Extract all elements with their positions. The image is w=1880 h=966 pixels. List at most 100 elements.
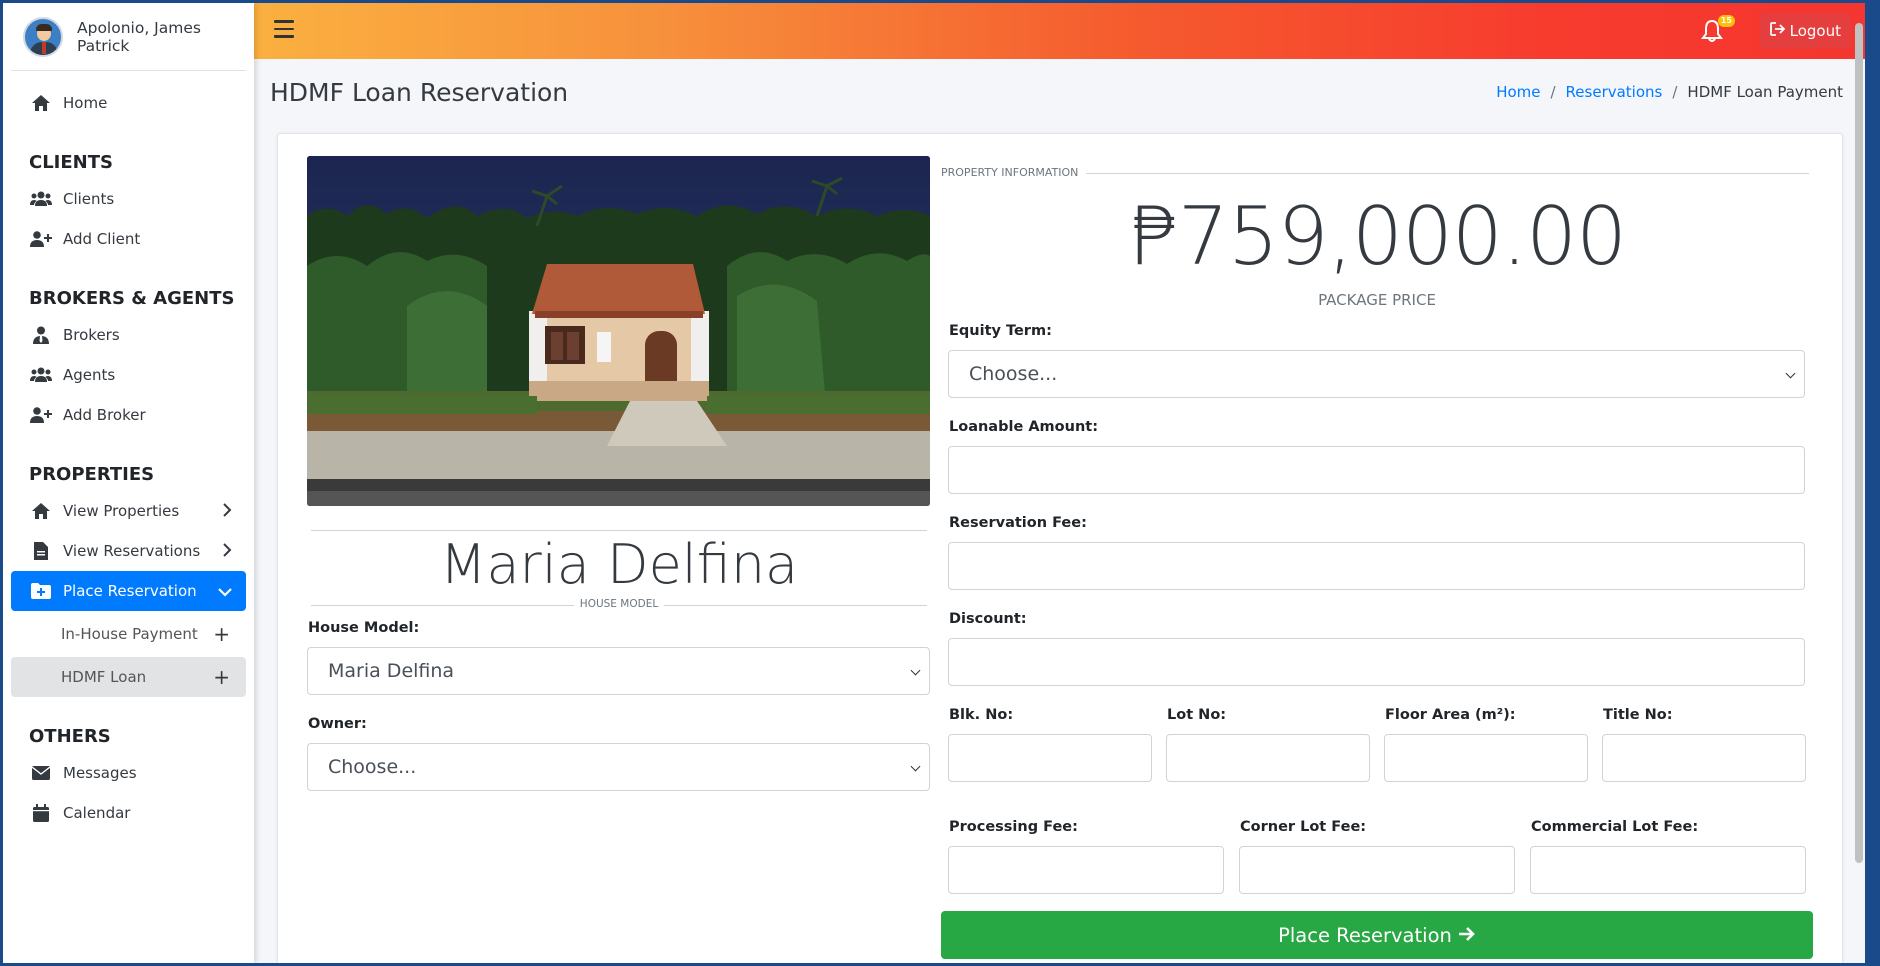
select-value: Choose... [969, 363, 1058, 385]
blk-no-label: Blk. No: [949, 707, 1014, 723]
users-icon [29, 189, 53, 209]
sidebar-item-label: Messages [63, 764, 137, 782]
reservation-fee-input[interactable] [948, 542, 1805, 590]
sidebar-item-label: View Properties [63, 502, 180, 520]
chevron-right-icon [222, 502, 232, 521]
discount-input[interactable] [948, 638, 1805, 686]
user-panel[interactable]: Apolonio, James Patrick [11, 3, 246, 71]
house-model-select[interactable]: Maria Delfina [307, 647, 930, 695]
lot-no-label: Lot No: [1167, 707, 1227, 723]
sidebar-item-label: Home [63, 94, 108, 112]
floor-area-input[interactable] [1384, 734, 1588, 782]
owner-select[interactable]: Choose... [307, 743, 930, 791]
file-icon [29, 541, 53, 561]
sidebar-item-label: In-House Payment [61, 625, 198, 643]
sidebar-item-label: Calendar [63, 804, 131, 822]
plus-icon: + [213, 622, 230, 646]
floor-area-label: Floor Area (m²): [1385, 707, 1516, 723]
sidebar-item-agents[interactable]: Agents [11, 355, 246, 395]
property-information-legend: PROPERTY INFORMATION [941, 166, 1087, 179]
select-value: Choose... [328, 756, 417, 778]
discount-label: Discount: [949, 611, 1027, 627]
house-photo [307, 156, 930, 506]
place-reservation-button[interactable]: Place Reservation [941, 911, 1813, 959]
sidebar-nav: Home CLIENTS Clients Add Client BROKERS … [3, 71, 254, 833]
top-navbar: 15 Logout [254, 3, 1865, 59]
user-tie-icon [29, 325, 53, 345]
equity-term-label: Equity Term: [949, 323, 1052, 339]
folder-plus-icon [29, 581, 53, 601]
commercial-lot-fee-label: Commercial Lot Fee: [1531, 819, 1699, 835]
sidebar-item-label: Agents [63, 366, 116, 384]
user-plus-icon [29, 229, 53, 249]
house-model-caption: HOUSE MODEL [311, 598, 927, 610]
envelope-icon [29, 763, 53, 783]
home-icon [29, 93, 53, 113]
package-price: ₱759,000.00 [1128, 190, 1627, 283]
sidebar-item-label: Clients [63, 190, 115, 208]
sidebar-item-add-client[interactable]: Add Client [11, 219, 246, 259]
house-model-title: Maria Delfina [439, 533, 799, 596]
processing-fee-input[interactable] [948, 846, 1224, 894]
hamburger-menu-icon[interactable] [274, 20, 294, 43]
user-plus-icon [29, 405, 53, 425]
package-price-caption: PACKAGE PRICE [1318, 291, 1436, 309]
page-scrollbar[interactable] [1855, 23, 1863, 863]
sign-out-icon [1769, 22, 1786, 40]
sidebar-item-clients[interactable]: Clients [11, 179, 246, 219]
app-window: Apolonio, James Patrick Home CLIENTS Cli… [3, 3, 1865, 963]
notification-badge: 15 [1717, 15, 1735, 27]
sidebar-subitem-in-house-payment[interactable]: In-House Payment + [11, 614, 246, 654]
sidebar-item-label: Place Reservation [63, 582, 197, 600]
house-model-label: House Model: [308, 620, 420, 636]
sidebar-item-view-properties[interactable]: View Properties [11, 491, 246, 531]
sidebar-item-home[interactable]: Home [11, 83, 246, 123]
sidebar-item-label: View Reservations [63, 542, 201, 560]
lot-no-input[interactable] [1166, 734, 1370, 782]
chevron-down-icon [218, 582, 232, 601]
breadcrumb-reservations[interactable]: Reservations [1566, 83, 1663, 101]
sidebar-item-brokers[interactable]: Brokers [11, 315, 246, 355]
place-reservation-label: Place Reservation [1278, 923, 1452, 947]
blk-no-input[interactable] [948, 734, 1152, 782]
sidebar-item-add-broker[interactable]: Add Broker [11, 395, 246, 435]
processing-fee-label: Processing Fee: [949, 819, 1078, 835]
avatar [23, 16, 63, 57]
sidebar-item-label: HDMF Loan [61, 668, 147, 686]
page-title: HDMF Loan Reservation [270, 78, 569, 107]
arrow-right-icon [1458, 924, 1476, 947]
user-name: Apolonio, James Patrick [77, 18, 201, 55]
loanable-amount-input[interactable] [948, 446, 1805, 494]
title-no-label: Title No: [1603, 707, 1673, 723]
title-no-input[interactable] [1602, 734, 1806, 782]
sidebar-item-view-reservations[interactable]: View Reservations [11, 531, 246, 571]
sidebar-item-label: Add Client [63, 230, 141, 248]
section-header-others: OTHERS [29, 726, 111, 747]
equity-term-select[interactable]: Choose... [948, 350, 1805, 398]
plus-icon: + [213, 665, 230, 689]
sidebar-item-calendar[interactable]: Calendar [11, 793, 246, 833]
logout-label: Logout [1789, 22, 1841, 40]
sidebar: Apolonio, James Patrick Home CLIENTS Cli… [3, 3, 254, 963]
breadcrumb: Home / Reservations / HDMF Loan Payment [1496, 83, 1843, 101]
sidebar-item-messages[interactable]: Messages [11, 753, 246, 793]
sidebar-item-label: Brokers [63, 326, 120, 344]
corner-lot-fee-label: Corner Lot Fee: [1240, 819, 1367, 835]
reservation-fee-label: Reservation Fee: [949, 515, 1087, 531]
commercial-lot-fee-input[interactable] [1530, 846, 1806, 894]
sidebar-subitem-hdmf-loan[interactable]: HDMF Loan + [11, 657, 246, 697]
section-header-clients: CLIENTS [29, 152, 113, 173]
section-header-properties: PROPERTIES [29, 464, 155, 485]
corner-lot-fee-input[interactable] [1239, 846, 1515, 894]
divider [311, 530, 927, 531]
breadcrumb-home[interactable]: Home [1496, 83, 1540, 101]
logout-button[interactable]: Logout [1759, 13, 1851, 49]
select-value: Maria Delfina [328, 660, 455, 682]
chevron-right-icon [222, 542, 232, 561]
sidebar-item-place-reservation[interactable]: Place Reservation [11, 571, 246, 611]
users-icon [29, 365, 53, 385]
home-icon [29, 501, 53, 521]
breadcrumb-separator: / [1550, 83, 1556, 101]
breadcrumb-current: HDMF Loan Payment [1687, 83, 1843, 101]
owner-label: Owner: [308, 716, 367, 732]
